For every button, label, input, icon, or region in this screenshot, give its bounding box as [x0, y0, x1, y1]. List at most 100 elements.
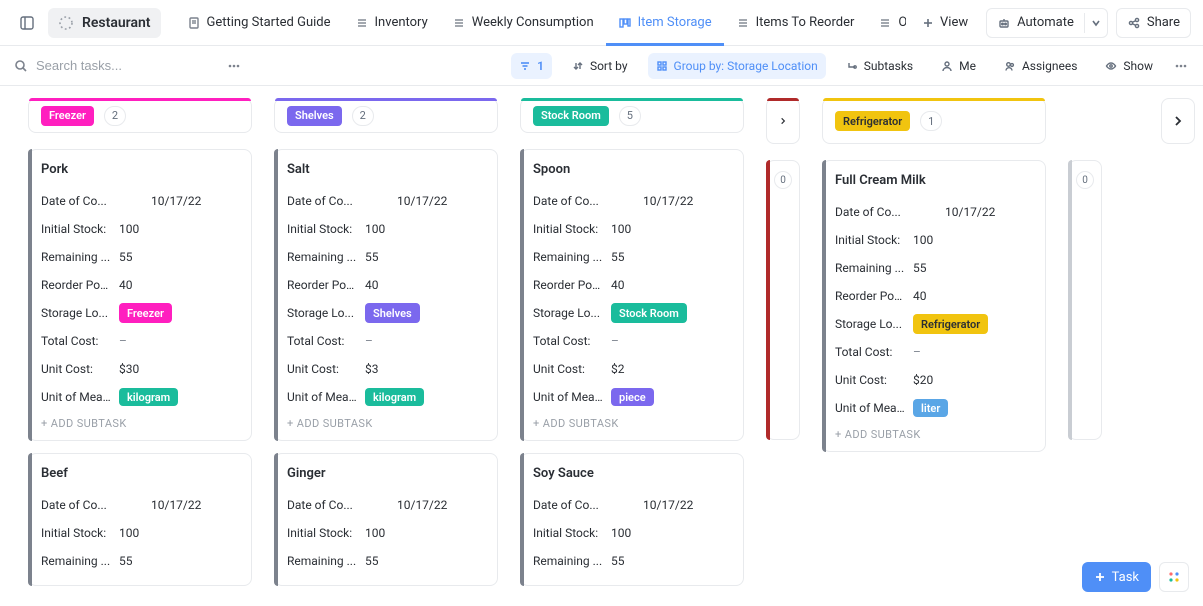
chevron-right-icon: [779, 115, 787, 127]
board-column-shelves: Shelves 2 Salt Date of Co...10/17/22 Ini…: [274, 98, 498, 586]
column-count: 1: [920, 111, 942, 131]
sortby-label: Sort by: [590, 59, 628, 73]
workspace-icon: [58, 15, 74, 31]
add-subtask-button[interactable]: + ADD SUBTASK: [41, 417, 239, 430]
tab-getting-started[interactable]: Getting Started Guide: [175, 0, 343, 46]
add-subtask-button[interactable]: + ADD SUBTASK: [533, 417, 731, 430]
field-label-date: Date of Co...: [835, 205, 905, 219]
task-card[interactable]: Spoon Date of Co...10/17/22 Initial Stoc…: [520, 149, 744, 441]
board-scroll-right[interactable]: [1161, 98, 1195, 144]
tab-inventory[interactable]: Inventory: [343, 0, 440, 46]
filter-count-chip[interactable]: 1: [511, 53, 552, 79]
field-value-unitmeas: kilogram: [119, 388, 178, 406]
storage-tag: Refrigerator: [913, 314, 988, 334]
field-value-unitcost: $3: [365, 362, 379, 376]
toolbar-more-icon[interactable]: [1173, 58, 1189, 74]
field-value-total: –: [913, 345, 921, 359]
column-header[interactable]: Freezer 2: [28, 98, 252, 133]
collapsed-body[interactable]: 0: [1068, 160, 1102, 440]
board-column-freezer: Freezer 2 Pork Date of Co...10/17/22 Ini…: [28, 98, 252, 586]
field-label-total: Total Cost:: [41, 334, 111, 348]
tab-items-to-reorder[interactable]: Items To Reorder: [724, 0, 867, 46]
me-label: Me: [959, 59, 976, 73]
column-header[interactable]: Stock Room 5: [520, 98, 744, 133]
add-subtask-button[interactable]: + ADD SUBTASK: [287, 417, 485, 430]
field-value-initial: 100: [365, 222, 385, 236]
search-input[interactable]: [36, 58, 176, 73]
field-label-remaining: Remaining ...: [41, 554, 111, 568]
workspace-badge[interactable]: Restaurant: [48, 8, 161, 38]
field-value-date: 10/17/22: [151, 498, 201, 512]
apps-button[interactable]: [1159, 562, 1189, 592]
show-chip[interactable]: Show: [1097, 53, 1161, 79]
collapsed-column-1[interactable]: 0: [766, 98, 800, 586]
field-label-unitmeas: Unit of Mea...: [533, 390, 603, 404]
collapsed-body[interactable]: 0: [766, 160, 800, 440]
field-label-storage: Storage Lo...: [287, 306, 357, 320]
me-chip[interactable]: Me: [933, 53, 984, 79]
task-title: Ginger: [287, 466, 485, 481]
kanban-board[interactable]: Freezer 2 Pork Date of Co...10/17/22 Ini…: [0, 86, 1203, 606]
column-header[interactable]: Shelves 2: [274, 98, 498, 133]
share-button[interactable]: Share: [1116, 8, 1191, 38]
task-card[interactable]: Salt Date of Co...10/17/22 Initial Stock…: [274, 149, 498, 441]
add-subtask-button[interactable]: + ADD SUBTASK: [835, 428, 1033, 441]
field-label-date: Date of Co...: [287, 194, 357, 208]
column-tag: Refrigerator: [835, 111, 910, 131]
task-card[interactable]: Beef Date of Co...10/17/22 Initial Stock…: [28, 453, 252, 586]
assignees-label: Assignees: [1022, 59, 1077, 73]
view-tabs: Getting Started Guide Inventory Weekly C…: [175, 0, 906, 46]
field-label-reorder: Reorder Poi...: [41, 278, 111, 292]
list-icon: [355, 16, 369, 30]
task-card[interactable]: Pork Date of Co...10/17/22 Initial Stock…: [28, 149, 252, 441]
subtasks-label: Subtasks: [864, 59, 913, 73]
search-field[interactable]: [14, 58, 214, 73]
bottom-right-actions: Task: [1082, 562, 1189, 592]
column-header[interactable]: Refrigerator 1: [822, 98, 1046, 144]
storage-tag: Freezer: [119, 303, 172, 323]
add-view-button[interactable]: View: [912, 8, 978, 38]
collapsed-header[interactable]: [766, 98, 800, 144]
list-icon: [452, 16, 466, 30]
new-task-button[interactable]: Task: [1082, 562, 1151, 592]
automate-dropdown[interactable]: [1085, 9, 1107, 37]
show-label: Show: [1123, 59, 1153, 73]
column-tag: Shelves: [287, 106, 342, 126]
groupby-chip[interactable]: Group by: Storage Location: [648, 53, 826, 79]
field-value-unitmeas: kilogram: [365, 388, 424, 406]
subtasks-chip[interactable]: Subtasks: [838, 53, 921, 79]
field-label-remaining: Remaining ...: [41, 250, 111, 264]
sort-icon: [572, 60, 584, 72]
field-value-remaining: 55: [365, 250, 379, 264]
tab-weekly-consumption[interactable]: Weekly Consumption: [440, 0, 606, 46]
unit-tag: kilogram: [365, 388, 424, 406]
more-options-icon[interactable]: [226, 58, 242, 74]
tab-overflow[interactable]: Ou: [866, 0, 906, 46]
task-card[interactable]: Ginger Date of Co...10/17/22 Initial Sto…: [274, 453, 498, 586]
collapsed-column-2[interactable]: 0: [1068, 98, 1102, 586]
sortby-chip[interactable]: Sort by: [564, 53, 636, 79]
column-cards: Pork Date of Co...10/17/22 Initial Stock…: [28, 149, 252, 586]
collapse-sidebar-icon[interactable]: [12, 8, 42, 38]
collapsed-count: 0: [1076, 171, 1094, 189]
field-value-storage: Stock Room: [611, 303, 687, 323]
field-label-reorder: Reorder Poi...: [835, 289, 905, 303]
field-label-initial: Initial Stock:: [41, 222, 111, 236]
task-title: Spoon: [533, 162, 731, 177]
field-label-unitcost: Unit Cost:: [41, 362, 111, 376]
column-cards: Salt Date of Co...10/17/22 Initial Stock…: [274, 149, 498, 586]
task-card[interactable]: Soy Sauce Date of Co...10/17/22 Initial …: [520, 453, 744, 586]
task-card[interactable]: Full Cream Milk Date of Co...10/17/22 In…: [822, 160, 1046, 452]
assignees-chip[interactable]: Assignees: [996, 53, 1085, 79]
field-value-initial: 100: [611, 526, 631, 540]
field-value-remaining: 55: [119, 250, 133, 264]
field-value-remaining: 55: [365, 554, 379, 568]
field-label-initial: Initial Stock:: [287, 222, 357, 236]
automate-button[interactable]: Automate: [987, 9, 1084, 37]
tab-label: Inventory: [375, 15, 428, 30]
field-label-date: Date of Co...: [533, 194, 603, 208]
field-label-unitmeas: Unit of Mea...: [835, 401, 905, 415]
field-label-unitcost: Unit Cost:: [533, 362, 603, 376]
group-icon: [656, 60, 668, 72]
tab-item-storage[interactable]: Item Storage: [606, 0, 724, 46]
